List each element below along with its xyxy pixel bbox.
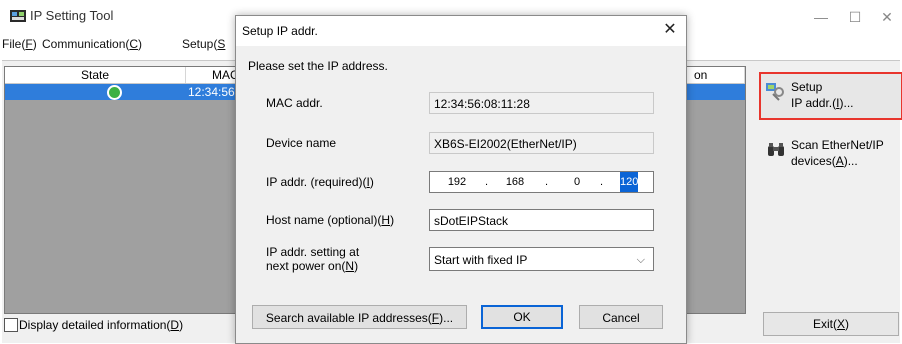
ip-dot: . <box>545 176 549 188</box>
menu-communication[interactable]: Communication(C) <box>42 37 142 51</box>
next-power-label: IP addr. setting at next power on(N) <box>266 245 360 273</box>
search-ip-button[interactable]: Search available IP addresses(F)... <box>252 305 467 329</box>
dialog-title-bar: Setup IP addr. ✕ <box>236 16 686 46</box>
setup-ip-button[interactable]: Setup IP addr.(I)... <box>759 72 902 120</box>
setup-ip-dialog: Setup IP addr. ✕ Please set the IP addre… <box>235 15 687 344</box>
device-name-field: XB6S-EI2002(EtherNet/IP) <box>429 132 654 154</box>
ip-octet-4[interactable]: 120 <box>620 172 638 192</box>
ip-address-input[interactable]: 192 . 168 . 0 . 120 <box>429 171 654 193</box>
mac-cell: 12:34:56 <box>188 85 235 99</box>
setup-ip-line2: IP addr.(I)... <box>791 96 854 110</box>
dialog-close-icon[interactable]: ✕ <box>660 20 680 40</box>
host-name-input[interactable]: sDotEIPStack <box>429 209 654 231</box>
cancel-button[interactable]: Cancel <box>579 305 663 329</box>
column-header-state[interactable]: State <box>5 67 186 83</box>
ok-button[interactable]: OK <box>481 305 563 329</box>
ip-label: IP addr. (required)(I) <box>266 175 374 189</box>
next-power-value: Start with fixed IP <box>434 253 528 267</box>
setup-ip-line1: Setup <box>791 80 823 94</box>
mac-label: MAC addr. <box>266 96 323 110</box>
network-settings-icon <box>765 82 785 105</box>
app-title: IP Setting Tool <box>30 8 114 23</box>
ip-octet-2[interactable]: 168 <box>500 172 530 192</box>
column-header-on[interactable]: on <box>685 67 745 83</box>
column-header-mac[interactable]: MAC <box>186 67 239 83</box>
host-name-label: Host name (optional)(H) <box>266 213 395 227</box>
scan-line1: Scan EtherNet/IP <box>791 138 884 152</box>
binoculars-icon <box>767 142 785 161</box>
ip-dot: . <box>485 176 489 188</box>
menu-file[interactable]: File(F) <box>2 37 37 51</box>
ip-dot: . <box>600 176 604 188</box>
ip-octet-3[interactable]: 0 <box>567 172 587 192</box>
scan-devices-button[interactable]: Scan EtherNet/IP devices(A)... <box>760 131 900 177</box>
dialog-instruction: Please set the IP address. <box>248 59 388 73</box>
app-icon <box>10 9 26 25</box>
menu-setup[interactable]: Setup(S <box>182 37 225 51</box>
close-button[interactable]: ✕ <box>872 6 902 28</box>
chevron-down-icon: ⌵ <box>636 254 645 266</box>
exit-button[interactable]: Exit(X) <box>763 312 899 336</box>
next-power-select[interactable]: Start with fixed IP ⌵ <box>429 247 654 271</box>
mac-field: 12:34:56:08:11:28 <box>429 92 654 114</box>
device-name-label: Device name <box>266 136 337 150</box>
detail-label: Display detailed information(D) <box>19 318 184 332</box>
dialog-title: Setup IP addr. <box>242 24 318 38</box>
detail-checkbox[interactable] <box>4 318 18 332</box>
status-ok-icon <box>107 85 122 100</box>
ip-octet-1[interactable]: 192 <box>442 172 472 192</box>
menu-bar: File(F) Communication(C) Setup(S <box>0 33 240 55</box>
minimize-button[interactable]: — <box>806 6 836 28</box>
maximize-button[interactable]: ☐ <box>840 6 870 28</box>
scan-line2: devices(A)... <box>791 154 858 168</box>
